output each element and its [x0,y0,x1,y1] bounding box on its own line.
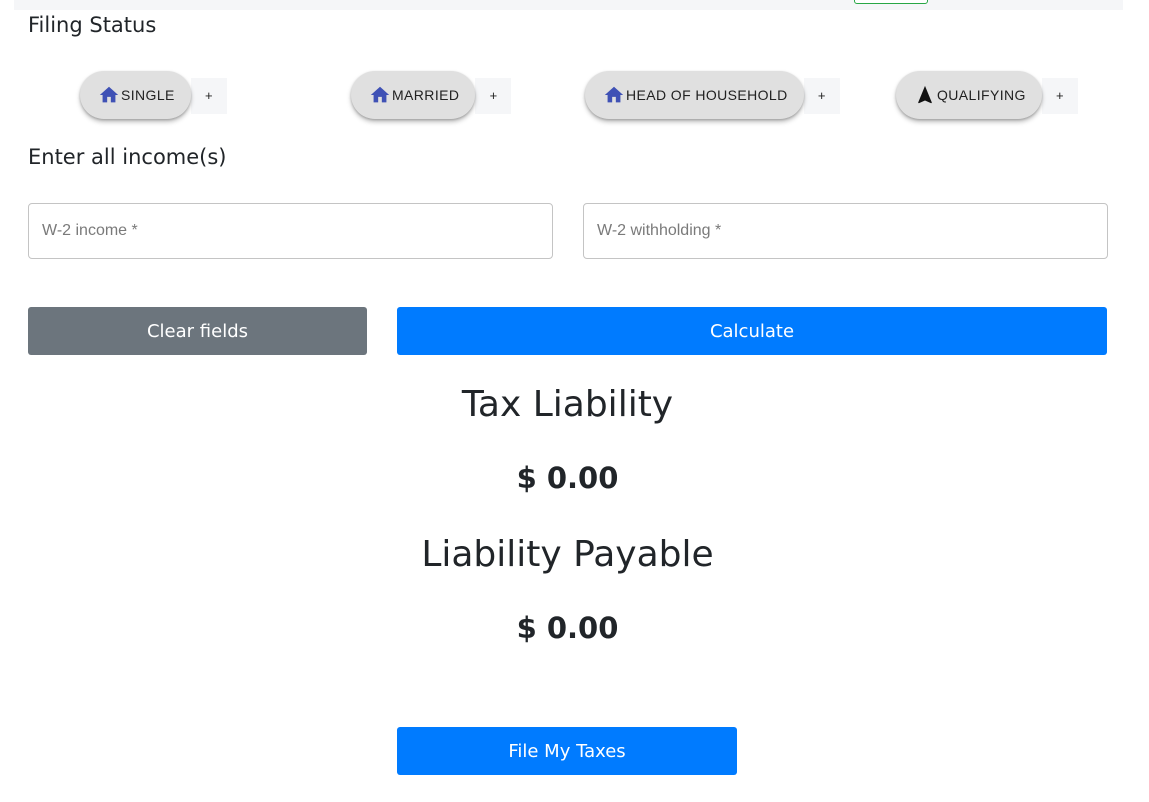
liability-payable-heading: Liability Payable [421,534,714,575]
head-of-household-add-button[interactable]: + [803,77,840,114]
filing-option-qualifying: QUALIFYING + [896,71,1078,119]
married-chip[interactable]: MARRIED [351,71,476,119]
home-icon [98,84,120,106]
navigation-arrow-icon [914,84,936,106]
tax-liability-value: $ 0.00 [516,461,619,495]
single-add-button[interactable]: + [190,77,227,114]
filing-option-head-of-household: HEAD OF HOUSEHOLD + [585,71,840,119]
head-of-household-chip-label: HEAD OF HOUSEHOLD [626,87,788,103]
single-chip[interactable]: SINGLE [80,71,191,119]
tax-liability-heading: Tax Liability [461,384,674,425]
w2-income-field [28,203,553,259]
tax-calculator-page: Filing Status SINGLE + MARRIED + HEAD OF… [0,0,1149,802]
home-icon [369,84,391,106]
clear-fields-button[interactable]: Clear fields [28,307,367,355]
income-section-title: Enter all income(s) [28,145,227,169]
married-chip-label: MARRIED [392,87,460,103]
top-header-strip [14,0,1123,10]
qualifying-chip[interactable]: QUALIFYING [896,71,1042,119]
header-tab-button[interactable] [854,0,928,4]
single-chip-label: SINGLE [121,87,175,103]
file-my-taxes-button[interactable]: File My Taxes [397,727,737,775]
filing-option-single: SINGLE + [80,71,227,119]
head-of-household-chip[interactable]: HEAD OF HOUSEHOLD [585,71,804,119]
w2-withholding-field [583,203,1108,259]
home-icon [603,84,625,106]
married-add-button[interactable]: + [475,77,512,114]
qualifying-add-button[interactable]: + [1041,77,1078,114]
qualifying-chip-label: QUALIFYING [937,87,1026,103]
liability-payable-value: $ 0.00 [516,611,619,645]
calculate-button[interactable]: Calculate [397,307,1107,355]
w2-withholding-input[interactable] [584,204,1107,258]
w2-income-input[interactable] [29,204,552,258]
filing-option-married: MARRIED + [351,71,512,119]
filing-status-title: Filing Status [28,13,157,37]
